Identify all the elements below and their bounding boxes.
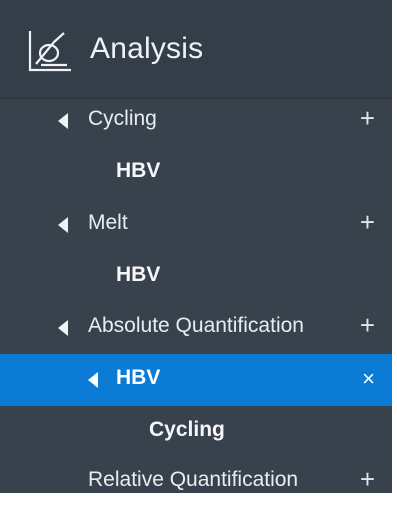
tree-item-label: Cycling xyxy=(149,418,225,441)
page-title: Analysis xyxy=(90,32,204,65)
tree-item-relative-quantification[interactable]: Relative Quantification + xyxy=(0,456,392,508)
add-icon[interactable]: + xyxy=(360,310,375,340)
tree-item-label: Melt xyxy=(88,211,128,234)
analysis-header: Analysis xyxy=(0,0,392,99)
close-icon[interactable]: × xyxy=(362,364,375,394)
tree-item-absolute-hbv-selected[interactable]: HBV × xyxy=(0,354,392,406)
collapse-arrow-icon[interactable] xyxy=(58,113,68,129)
collapse-arrow-icon[interactable] xyxy=(58,217,68,233)
collapse-arrow-icon[interactable] xyxy=(58,320,68,336)
tree-item-label: Cycling xyxy=(88,107,157,130)
collapse-arrow-icon[interactable] xyxy=(88,372,98,388)
add-icon[interactable]: + xyxy=(360,207,375,237)
tree-item-label: Relative Quantification xyxy=(88,468,299,491)
tree-item-label: HBV xyxy=(116,366,161,389)
tree-item-label: HBV xyxy=(116,159,161,182)
tree-item-cycling-hbv[interactable]: HBV xyxy=(0,147,392,199)
tree-item-absolute-quantification[interactable]: Absolute Quantification + xyxy=(0,302,392,354)
tree-item-absolute-hbv-cycling[interactable]: Cycling xyxy=(0,406,392,458)
tree-item-label: Absolute Quantification xyxy=(88,314,304,337)
tree-item-cycling[interactable]: Cycling + xyxy=(0,95,392,147)
add-icon[interactable]: + xyxy=(360,464,375,494)
analysis-chart-icon xyxy=(28,31,71,72)
analysis-navigation-panel: Analysis Cycling + HBV Melt + HBV Absolu… xyxy=(0,0,392,494)
add-icon[interactable]: + xyxy=(360,103,375,133)
tree-item-melt[interactable]: Melt + xyxy=(0,199,392,251)
tree-item-label: HBV xyxy=(116,263,161,286)
tree-item-melt-hbv[interactable]: HBV xyxy=(0,251,392,303)
